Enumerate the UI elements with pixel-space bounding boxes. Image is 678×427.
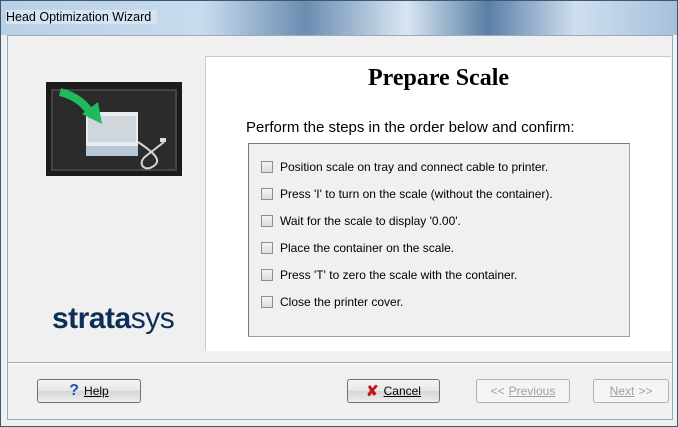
chevron-left-icon: <<: [490, 384, 505, 398]
step-checkbox[interactable]: [261, 296, 273, 308]
step-label: Position scale on tray and connect cable…: [280, 160, 549, 174]
help-button-label: Help: [84, 384, 109, 398]
stratasys-logo: stratasys: [52, 302, 175, 335]
next-button-label: Next: [609, 384, 635, 398]
step-checkbox[interactable]: [261, 188, 273, 200]
close-icon: ✘: [366, 383, 379, 400]
step-label: Wait for the scale to display '0.00'.: [280, 214, 461, 228]
chevron-right-icon: >>: [638, 384, 653, 398]
button-separator: [8, 362, 672, 364]
page-title: Prepare Scale: [367, 65, 510, 91]
step-item-2[interactable]: Press 'I' to turn on the scale (without …: [261, 185, 553, 203]
next-button[interactable]: Next >>: [593, 379, 669, 403]
step-checkbox[interactable]: [261, 161, 273, 173]
instruction-text: Perform the steps in the order below and…: [246, 119, 575, 136]
window-title: Head Optimization Wizard: [6, 10, 158, 24]
step-label: Place the container on the scale.: [280, 241, 455, 255]
step-content: Prepare Scale Perform the steps in the o…: [205, 56, 671, 351]
step-label: Press 'T' to zero the scale with the con…: [280, 268, 518, 282]
left-panel: stratasys: [8, 36, 204, 350]
help-button[interactable]: ? Help: [37, 379, 141, 403]
steps-box: Position scale on tray and connect cable…: [248, 143, 630, 337]
step-item-4[interactable]: Place the container on the scale.: [261, 239, 454, 257]
cancel-button[interactable]: ✘ Cancel: [347, 379, 440, 403]
previous-button[interactable]: << Previous: [476, 379, 570, 403]
step-label: Close the printer cover.: [280, 295, 404, 309]
previous-button-label: Previous: [508, 384, 556, 398]
step-item-6[interactable]: Close the printer cover.: [261, 293, 403, 311]
step-checkbox[interactable]: [261, 269, 273, 281]
title-bar[interactable]: Head Optimization Wizard: [1, 1, 677, 35]
step-item-1[interactable]: Position scale on tray and connect cable…: [261, 158, 548, 176]
question-icon: ?: [69, 382, 80, 399]
wizard-window: Head Optimization Wizard stratasys Prepa…: [0, 0, 678, 427]
scale-photo: [46, 82, 182, 176]
cancel-button-label: Cancel: [383, 384, 421, 398]
step-checkbox[interactable]: [261, 242, 273, 254]
step-item-5[interactable]: Press 'T' to zero the scale with the con…: [261, 266, 517, 284]
step-checkbox[interactable]: [261, 215, 273, 227]
step-item-3[interactable]: Wait for the scale to display '0.00'.: [261, 212, 461, 230]
wizard-frame: stratasys Prepare Scale Perform the step…: [7, 35, 673, 420]
step-label: Press 'I' to turn on the scale (without …: [280, 187, 553, 201]
